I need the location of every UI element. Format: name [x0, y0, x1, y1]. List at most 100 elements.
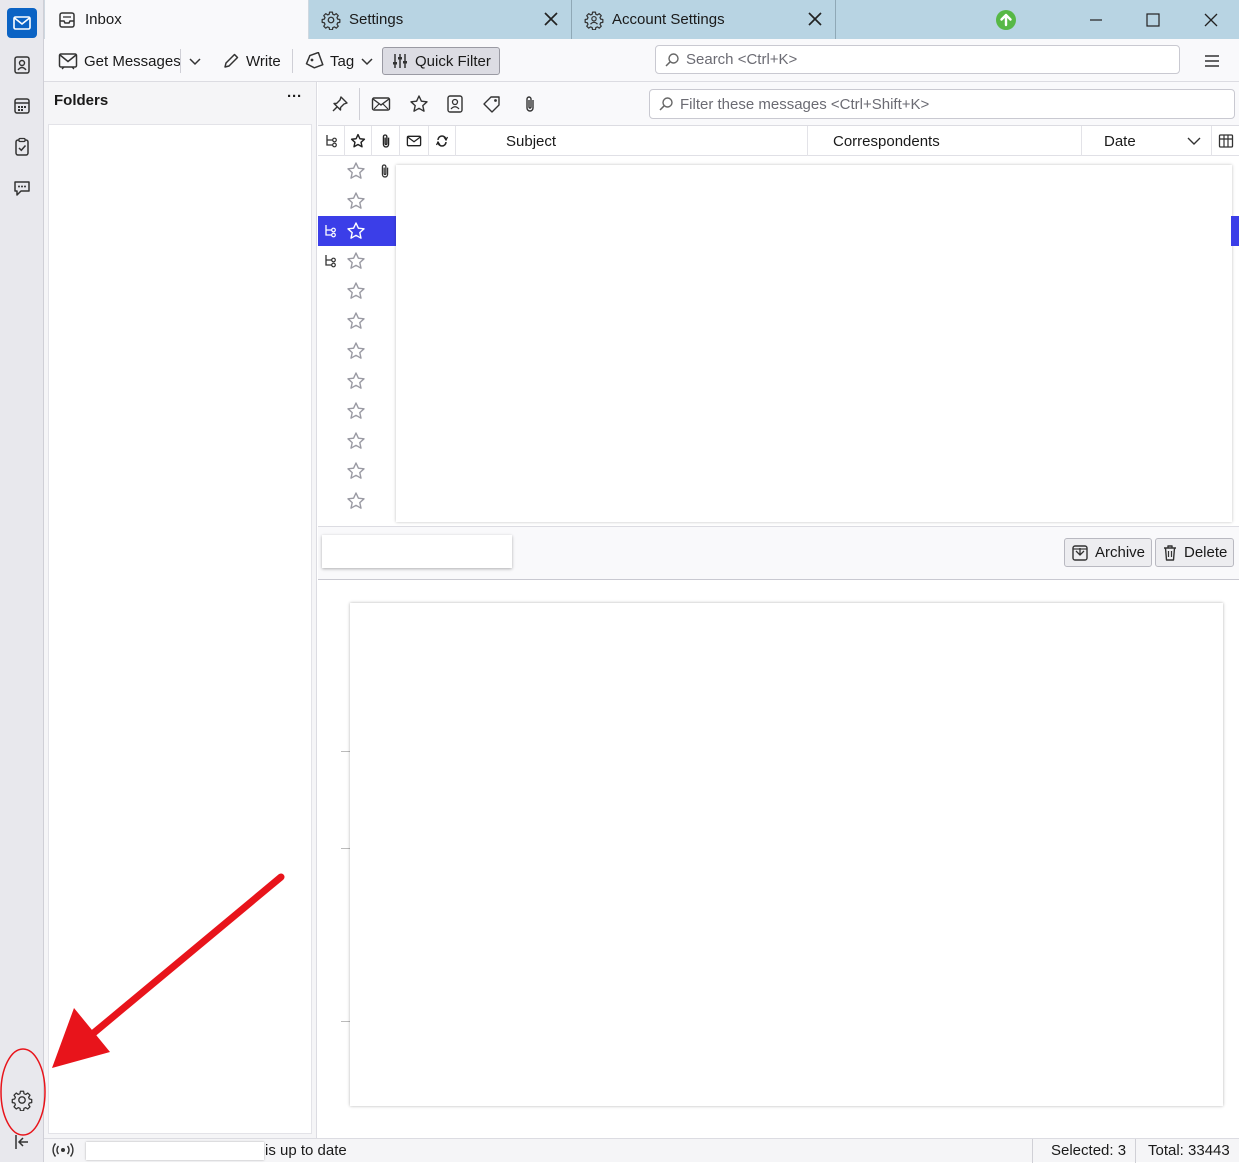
message-body[interactable] — [350, 603, 1223, 1106]
star-icon[interactable] — [346, 311, 366, 331]
address-book-icon[interactable] — [7, 50, 37, 80]
tags-filter-icon[interactable] — [479, 92, 505, 116]
subject-column-label: Subject — [506, 132, 557, 150]
chevron-down-icon — [188, 54, 202, 68]
global-search-input[interactable]: Search <Ctrl+K> — [655, 45, 1180, 74]
divider — [292, 49, 293, 73]
update-available-icon[interactable] — [983, 0, 1029, 39]
contact-filter-icon[interactable] — [442, 92, 468, 116]
get-messages-button[interactable]: Get Messages — [54, 47, 185, 75]
write-label: Write — [246, 52, 281, 70]
tab-account-settings[interactable]: Account Settings — [572, 0, 836, 39]
divider — [341, 751, 350, 752]
search-placeholder: Search <Ctrl+K> — [686, 51, 798, 68]
tab-inbox[interactable]: Inbox — [44, 0, 309, 39]
star-icon[interactable] — [346, 341, 366, 361]
star-icon[interactable] — [346, 401, 366, 421]
window-close-icon[interactable] — [1188, 0, 1234, 39]
gear-icon — [321, 10, 341, 30]
get-messages-dropdown[interactable] — [184, 47, 206, 75]
pin-icon[interactable] — [327, 92, 353, 116]
star-icon[interactable] — [346, 371, 366, 391]
total-count: Total: 33443 — [1148, 1142, 1230, 1159]
unread-filter-icon[interactable] — [368, 92, 394, 116]
quick-filter-button[interactable]: Quick Filter — [382, 47, 500, 75]
archive-button[interactable]: Archive — [1064, 538, 1153, 567]
star-icon[interactable] — [346, 251, 366, 271]
delete-button[interactable]: Delete — [1155, 538, 1235, 567]
folder-pane: Folders ··· — [44, 82, 317, 1138]
star-icon[interactable] — [346, 281, 366, 301]
tasks-icon[interactable] — [7, 132, 37, 162]
folder-pane-menu-button[interactable]: ··· — [287, 88, 302, 105]
attachment-icon — [379, 162, 391, 180]
subject-column[interactable]: Subject — [456, 126, 808, 156]
star-icon[interactable] — [346, 491, 366, 511]
thread-column-icon[interactable] — [318, 126, 345, 156]
status-text: is up to date — [265, 1142, 347, 1159]
tab-bar: Inbox Settings Account Settings — [44, 0, 1239, 39]
correspondents-column[interactable]: Correspondents — [808, 126, 1082, 156]
folder-pane-header: Folders ··· — [44, 82, 316, 118]
attachment-column-icon[interactable] — [372, 126, 400, 156]
write-button[interactable]: Write — [218, 47, 285, 75]
star-column-icon[interactable] — [345, 126, 372, 156]
maximize-icon[interactable] — [1130, 0, 1176, 39]
minimize-icon[interactable] — [1073, 0, 1119, 39]
star-icon[interactable] — [346, 221, 366, 241]
get-messages-label: Get Messages — [84, 52, 181, 70]
app-menu-button[interactable] — [1199, 47, 1225, 75]
read-status-column-icon[interactable] — [400, 126, 429, 156]
search-icon — [664, 52, 680, 68]
filter-sliders-icon — [391, 52, 409, 70]
pencil-icon — [222, 52, 240, 70]
star-icon[interactable] — [346, 191, 366, 211]
star-icon[interactable] — [346, 461, 366, 481]
delete-label: Delete — [1184, 544, 1228, 561]
mail-space-icon[interactable] — [7, 8, 37, 38]
get-messages-icon — [58, 52, 78, 70]
folder-tree[interactable] — [48, 124, 312, 1134]
close-icon[interactable] — [543, 11, 559, 27]
message-from-field — [322, 535, 512, 568]
divider — [341, 848, 350, 849]
status-account-field — [86, 1142, 264, 1160]
date-column[interactable]: Date — [1082, 126, 1212, 156]
message-list-area[interactable] — [396, 165, 1232, 522]
inbox-icon — [57, 10, 77, 30]
thread-icon — [323, 223, 337, 239]
starred-filter-icon[interactable] — [406, 92, 432, 116]
quick-filter-label: Quick Filter — [415, 52, 491, 70]
attachment-filter-icon[interactable] — [517, 92, 543, 116]
account-settings-icon — [584, 10, 604, 30]
star-icon[interactable] — [346, 161, 366, 181]
selected-count: Selected: 3 — [1051, 1142, 1127, 1159]
calendar-icon[interactable] — [7, 91, 37, 121]
correspondents-column-label: Correspondents — [833, 132, 940, 150]
tag-button[interactable]: Tag — [300, 47, 378, 75]
tag-icon — [304, 52, 324, 70]
column-picker-icon[interactable] — [1212, 126, 1239, 156]
settings-gear-icon[interactable] — [7, 1085, 37, 1115]
date-column-label: Date — [1104, 132, 1136, 150]
star-icon[interactable] — [346, 431, 366, 451]
collapse-spaces-icon[interactable] — [7, 1127, 37, 1157]
tab-label: Inbox — [85, 11, 122, 28]
filter-placeholder: Filter these messages <Ctrl+Shift+K> — [680, 95, 930, 113]
chevron-down-icon — [360, 54, 374, 68]
close-icon[interactable] — [807, 11, 823, 27]
sort-chevron-icon — [1187, 134, 1201, 148]
thread-icon — [323, 253, 337, 269]
filter-messages-input[interactable]: Filter these messages <Ctrl+Shift+K> — [649, 89, 1235, 119]
divider — [180, 49, 181, 73]
tab-label: Settings — [349, 11, 404, 28]
junk-status-column-icon[interactable] — [429, 126, 456, 156]
online-status-icon[interactable] — [52, 1142, 74, 1158]
chat-icon[interactable] — [7, 173, 37, 203]
archive-icon — [1071, 544, 1089, 562]
archive-label: Archive — [1095, 544, 1146, 561]
thread-column-header: Subject Correspondents Date — [318, 126, 1239, 156]
tab-settings[interactable]: Settings — [309, 0, 572, 39]
tag-label: Tag — [330, 52, 355, 70]
hamburger-icon — [1203, 53, 1221, 69]
